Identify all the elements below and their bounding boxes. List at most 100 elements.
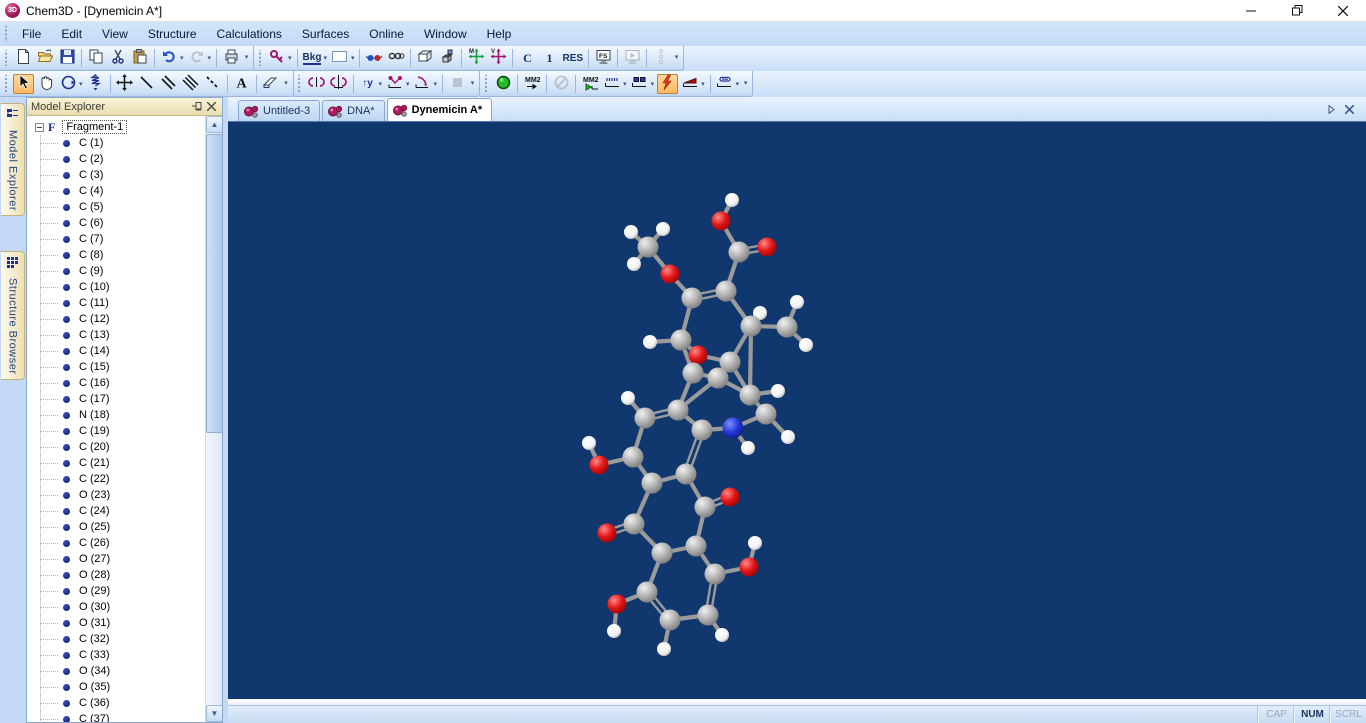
toolbar-overflow-icon[interactable]: ▾ — [242, 53, 251, 63]
atom-H[interactable] — [781, 430, 795, 444]
atom-C[interactable] — [636, 581, 658, 603]
view-axes-button[interactable]: V — [488, 48, 508, 68]
atom-label[interactable]: C (15) — [79, 361, 110, 373]
atom-label[interactable]: C (26) — [79, 537, 110, 549]
tree-item-atom[interactable]: O (25) — [27, 519, 205, 535]
charges-tool[interactable] — [630, 74, 650, 94]
atom-H[interactable] — [582, 436, 596, 450]
menu-item-file[interactable]: File — [12, 24, 51, 44]
atom-H[interactable] — [741, 441, 755, 455]
atom-label[interactable]: C (14) — [79, 345, 110, 357]
atom-label[interactable]: C (11) — [79, 297, 109, 309]
residue-labels-button[interactable]: RES — [561, 48, 584, 68]
mm2-dynamics-button[interactable]: MM2MM2 — [580, 74, 600, 94]
atom-label[interactable]: C (22) — [79, 473, 110, 485]
tree-item-atom[interactable]: C (14) — [27, 343, 205, 359]
scroll-up-icon[interactable]: ▲ — [206, 116, 222, 133]
tab-scroll-right-icon[interactable] — [1322, 100, 1340, 118]
atom-C[interactable] — [776, 316, 798, 338]
atom-H[interactable] — [657, 642, 671, 656]
atom-H[interactable] — [799, 338, 813, 352]
undo-button-dropdown-icon[interactable]: ▾ — [180, 54, 184, 62]
bond-display-tool-dropdown-icon[interactable]: ▾ — [736, 80, 740, 88]
atom-label[interactable]: O (30) — [79, 601, 110, 613]
background-color-button[interactable]: Bkg — [302, 48, 323, 68]
atom-label[interactable]: O (25) — [79, 521, 110, 533]
bond-display-tool[interactable] — [715, 74, 735, 94]
select-tool[interactable] — [13, 73, 34, 94]
close-button[interactable] — [1320, 0, 1366, 21]
dihedral-left-tool[interactable] — [307, 74, 327, 94]
menu-item-structure[interactable]: Structure — [138, 24, 207, 44]
atom-label[interactable]: C (1) — [79, 137, 103, 149]
tree-item-atom[interactable]: C (22) — [27, 471, 205, 487]
atom-C[interactable] — [755, 403, 777, 425]
tree-item-atom[interactable]: C (2) — [27, 151, 205, 167]
dipole-tool[interactable] — [680, 74, 700, 94]
dipole-tool-dropdown-icon[interactable]: ▾ — [701, 80, 705, 88]
atom-H[interactable] — [624, 225, 638, 239]
close-panel-icon[interactable] — [204, 100, 218, 114]
document-tab-untitled-3[interactable]: Untitled-3 — [238, 100, 321, 121]
atom-label[interactable]: O (28) — [79, 569, 110, 581]
atom-C[interactable] — [622, 446, 644, 468]
atom-label[interactable]: C (36) — [79, 697, 110, 709]
perspective-cube-button[interactable] — [415, 48, 435, 68]
pan-tool[interactable] — [36, 74, 56, 94]
tree-item-atom[interactable]: C (15) — [27, 359, 205, 375]
background-color-button-dropdown-icon[interactable]: ▾ — [323, 54, 327, 62]
axis-y-tool-dropdown-icon[interactable]: ▾ — [379, 80, 383, 88]
atom-label[interactable]: C (37) — [79, 713, 110, 722]
atom-label[interactable]: O (35) — [79, 681, 110, 693]
dock-tab-model-explorer[interactable]: Model Explorer — [1, 103, 25, 216]
tree-item-atom[interactable]: O (29) — [27, 583, 205, 599]
atom-label[interactable]: C (13) — [79, 329, 110, 341]
display-mode-tool[interactable] — [267, 48, 287, 68]
tree-item-atom[interactable]: C (9) — [27, 263, 205, 279]
text-tool[interactable]: A — [232, 74, 252, 94]
atom-C[interactable] — [681, 287, 703, 309]
toolbar-grip[interactable] — [3, 50, 8, 66]
atom-label[interactable]: C (20) — [79, 441, 110, 453]
atom-label[interactable]: C (2) — [79, 153, 103, 165]
toolbar-grip[interactable] — [296, 75, 302, 92]
charges-tool-dropdown-icon[interactable]: ▾ — [651, 80, 655, 88]
menu-item-window[interactable]: Window — [414, 24, 477, 44]
measure-distance-tool[interactable] — [602, 74, 622, 94]
collapse-icon[interactable] — [35, 122, 44, 132]
save-button[interactable] — [57, 48, 77, 68]
tree-item-atom[interactable]: C (19) — [27, 423, 205, 439]
color-picker-dropdown-icon[interactable]: ▾ — [351, 54, 355, 62]
move-tool[interactable] — [115, 73, 135, 94]
tree-item-atom[interactable]: O (34) — [27, 663, 205, 679]
tree-item-atom[interactable]: C (26) — [27, 535, 205, 551]
atom-H[interactable] — [607, 624, 621, 638]
atom-C[interactable] — [739, 384, 761, 406]
fragment-label[interactable]: Fragment-1 — [62, 120, 128, 134]
tree-scrollbar[interactable]: ▲ ▼ — [205, 116, 222, 722]
atom-O[interactable] — [757, 237, 777, 257]
tree-item-atom[interactable]: C (20) — [27, 439, 205, 455]
atom-label[interactable]: C (5) — [79, 201, 103, 213]
menu-item-surfaces[interactable]: Surfaces — [292, 24, 359, 44]
atom-numbers-button[interactable]: 1 — [539, 48, 559, 68]
mm2-minimize-button[interactable]: MM2MM2 — [522, 74, 542, 94]
tree-item-atom[interactable]: C (1) — [27, 135, 205, 151]
dihedral-right-tool[interactable] — [329, 74, 349, 94]
element-symbols-button[interactable]: C — [517, 48, 537, 68]
atom-C[interactable] — [704, 563, 726, 585]
atom-label[interactable]: C (8) — [79, 249, 103, 261]
tree-item-atom[interactable]: O (35) — [27, 679, 205, 695]
tree-item-atom[interactable]: C (6) — [27, 215, 205, 231]
atom-label[interactable]: N (18) — [79, 409, 110, 421]
atom-C[interactable] — [667, 399, 689, 421]
color-picker[interactable] — [330, 48, 350, 68]
tab-close-icon[interactable] — [1340, 100, 1358, 118]
atom-label[interactable]: C (17) — [79, 393, 110, 405]
menu-item-help[interactable]: Help — [477, 24, 522, 44]
atom-C[interactable] — [715, 280, 737, 302]
atom-label[interactable]: C (16) — [79, 377, 110, 389]
atom-C[interactable] — [670, 329, 692, 351]
display-mode-tool-dropdown-icon[interactable]: ▾ — [288, 54, 292, 62]
stereo-pairs-button[interactable] — [386, 48, 406, 68]
